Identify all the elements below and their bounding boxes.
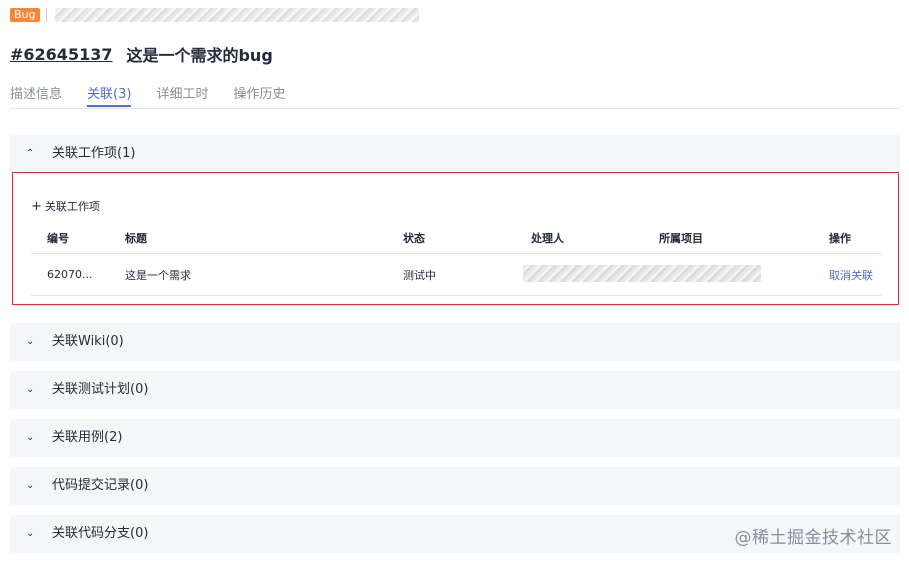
section-branches-title: 关联代码分支(0) [52, 526, 149, 541]
column-header-status: 状态 [403, 232, 425, 245]
table-row: 62070... 这是一个需求 测试中 取消关联 [31, 254, 882, 296]
top-row: Bug [10, 7, 419, 23]
column-header-id: 编号 [47, 232, 69, 245]
work-item-status: 测试中 [403, 268, 436, 282]
chevron-down-icon: ⌄ [26, 336, 35, 347]
section-work-items-header[interactable]: ⌃ 关联工作项(1) [10, 135, 900, 173]
section-test-plan-header[interactable]: ⌄ 关联测试计划(0) [10, 371, 900, 409]
section-work-items-title: 关联工作项(1) [52, 146, 136, 161]
work-item-title[interactable]: 这是一个需求 [125, 254, 191, 295]
chevron-up-icon: ⌃ [26, 148, 35, 159]
work-item-id[interactable]: 62070... [47, 254, 92, 295]
section-wiki-title: 关联Wiki(0) [52, 334, 124, 349]
section-commits-title: 代码提交记录(0) [52, 478, 149, 493]
tab-relations[interactable]: 关联(3) [87, 86, 132, 107]
redacted-breadcrumb [54, 8, 419, 22]
column-header-title: 标题 [125, 232, 147, 245]
chevron-down-icon: ⌄ [26, 384, 35, 395]
chevron-down-icon: ⌄ [26, 432, 35, 443]
section-test-cases-title: 关联用例(2) [52, 430, 123, 445]
column-header-assignee: 处理人 [531, 232, 564, 245]
chevron-down-icon: ⌄ [26, 480, 35, 491]
add-work-item-label: 关联工作项 [44, 200, 100, 213]
section-wiki-header[interactable]: ⌄ 关联Wiki(0) [10, 323, 900, 361]
issue-title-row: #62645137 这是一个需求的bug [10, 43, 273, 66]
redacted-assignee-project [523, 265, 761, 282]
section-commits-header[interactable]: ⌄ 代码提交记录(0) [10, 467, 900, 505]
issue-id-link[interactable]: #62645137 [10, 45, 112, 64]
bug-type-badge: Bug [10, 8, 40, 22]
table-header: 编号 标题 状态 处理人 所属项目 操作 [31, 223, 882, 254]
work-items-panel: + 关联工作项 编号 标题 状态 处理人 所属项目 操作 62070... 这是一… [12, 172, 899, 305]
unlink-button[interactable]: 取消关联 [829, 254, 873, 295]
issue-title: 这是一个需求的bug [126, 46, 273, 65]
tab-history[interactable]: 操作历史 [233, 86, 285, 107]
column-header-project: 所属项目 [659, 232, 703, 245]
section-test-plan-title: 关联测试计划(0) [52, 382, 149, 397]
divider [45, 8, 47, 22]
tab-bar: 描述信息 关联(3) 详细工时 操作历史 [10, 86, 899, 109]
add-work-item-button[interactable]: + 关联工作项 [31, 198, 100, 214]
plus-icon: + [31, 199, 42, 214]
tab-description[interactable]: 描述信息 [10, 86, 62, 107]
chevron-down-icon: ⌄ [26, 528, 35, 539]
tab-work-hours[interactable]: 详细工时 [156, 86, 208, 107]
section-test-cases-header[interactable]: ⌄ 关联用例(2) [10, 419, 900, 457]
watermark: @稀土掘金技术社区 [734, 528, 892, 548]
column-header-actions: 操作 [829, 232, 851, 245]
